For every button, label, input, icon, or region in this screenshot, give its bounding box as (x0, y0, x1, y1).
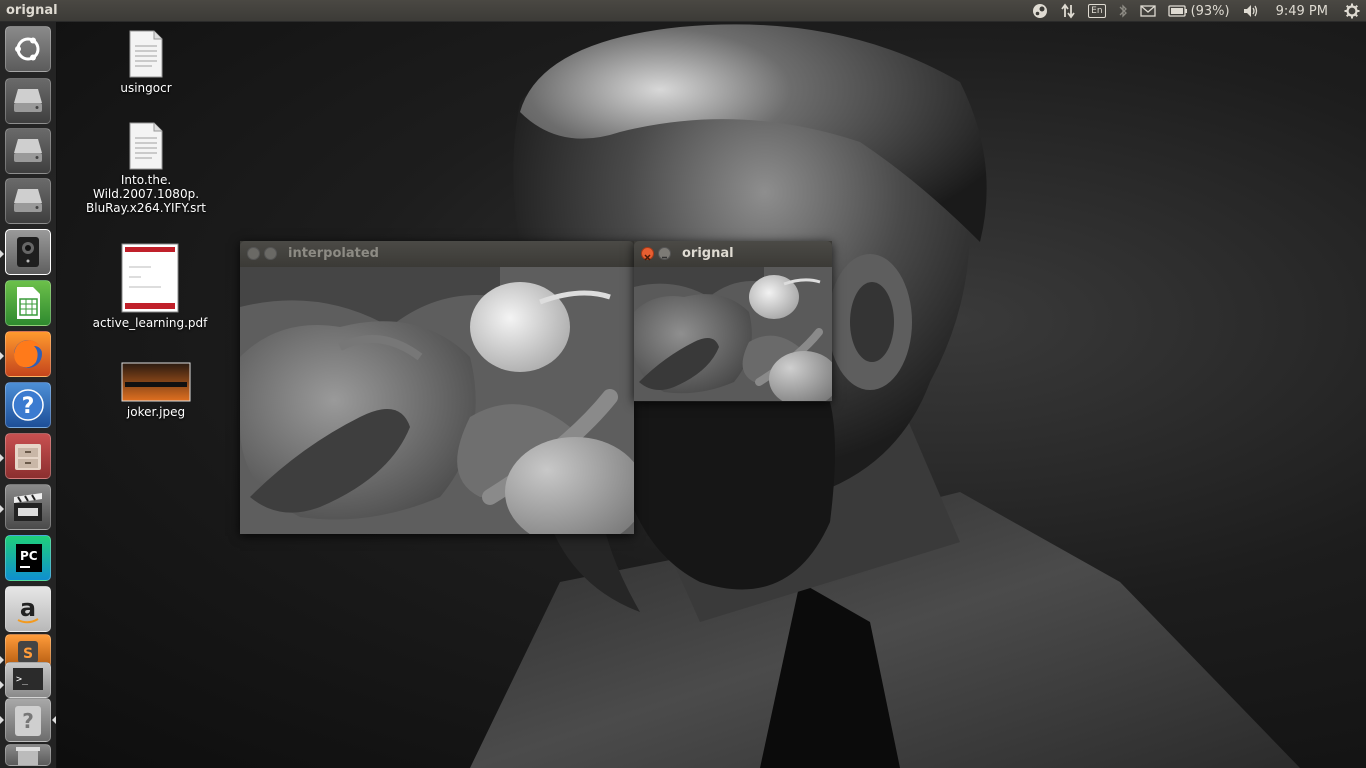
hard-drive-icon (14, 89, 42, 112)
pdf-thumbnail-icon (121, 243, 179, 313)
launcher-drive-1[interactable] (5, 78, 51, 124)
minimize-icon (662, 256, 667, 259)
battery-percent: (93%) (1190, 3, 1230, 19)
spreadsheet-icon (17, 287, 40, 319)
bluetooth-icon[interactable] (1112, 0, 1134, 22)
launcher-pycharm[interactable]: PC (5, 535, 51, 581)
window-title: orignal (682, 246, 734, 261)
window-titlebar[interactable]: orignal (634, 241, 832, 267)
desktop-icon-usingocr[interactable]: usingocr (110, 30, 182, 95)
desktop-icon-srt[interactable]: Into.the. Wild.2007.1080p. BluRay.x264.Y… (82, 122, 210, 215)
launcher-amazon[interactable]: a (5, 586, 51, 632)
launcher-terminal[interactable]: >_ (5, 662, 51, 698)
window-titlebar[interactable]: interpolated (240, 241, 634, 267)
close-button[interactable] (247, 247, 260, 260)
desktop-icon-label: usingocr (120, 81, 172, 95)
launcher-dash-home[interactable] (5, 26, 51, 72)
running-indicator (0, 681, 4, 689)
svg-text:PC: PC (20, 549, 38, 563)
svg-text:a: a (20, 594, 36, 622)
launcher-help[interactable]: ? (5, 382, 51, 428)
window-original[interactable]: orignal (634, 241, 832, 401)
launcher-libreoffice-calc[interactable] (5, 280, 51, 326)
gear-icon[interactable] (1338, 0, 1366, 22)
terminal-icon: >_ (13, 668, 43, 690)
svg-text:?: ? (22, 709, 34, 733)
firefox-icon (14, 340, 42, 368)
top-panel: orignal En (93%) 9:49 PM (0, 0, 1366, 22)
svg-text:?: ? (22, 394, 35, 419)
indicator-area: En (93%) 9:49 PM (1026, 0, 1366, 22)
desktop-icon-label: joker.jpeg (126, 405, 186, 419)
launcher-file-manager[interactable] (5, 433, 51, 479)
running-indicator (0, 656, 4, 664)
file-cabinet-icon (15, 444, 41, 470)
running-indicator (0, 505, 4, 513)
webcam-icon (17, 237, 39, 267)
peppers-image (634, 267, 832, 401)
window-interpolated[interactable]: interpolated (240, 241, 634, 534)
launcher-video-editor[interactable] (5, 484, 51, 530)
minimize-button[interactable] (658, 247, 671, 260)
desktop-icon-label: active_learning.pdf (92, 316, 208, 330)
network-arrows-icon[interactable] (1054, 0, 1082, 22)
window-title: interpolated (288, 246, 379, 261)
launcher-firefox[interactable] (5, 331, 51, 377)
close-icon (644, 254, 651, 261)
mail-icon[interactable] (1134, 0, 1162, 22)
focused-indicator (52, 716, 56, 724)
desktop-icon-joker-jpeg[interactable]: joker.jpeg (110, 362, 202, 419)
battery-indicator[interactable]: (93%) (1162, 0, 1236, 22)
svg-text:>_: >_ (16, 674, 29, 685)
keyboard-layout-label: En (1088, 4, 1106, 18)
launcher-unknown-app[interactable]: ? (5, 698, 51, 742)
launcher-trash[interactable] (5, 744, 51, 766)
launcher: ? PC a S >_ ? (0, 22, 57, 768)
peppers-image (240, 267, 634, 534)
clock[interactable]: 9:49 PM (1266, 0, 1338, 22)
image-thumbnail-icon (121, 362, 191, 402)
keyboard-layout-icon[interactable]: En (1082, 0, 1111, 22)
text-file-icon (129, 30, 163, 78)
ubuntu-logo-icon (15, 37, 40, 61)
help-icon: ? (12, 389, 44, 421)
interpolated-image (240, 267, 634, 534)
running-indicator (0, 716, 4, 724)
pycharm-icon: PC (16, 544, 42, 572)
running-indicator (0, 352, 4, 360)
desktop-icon-active-learning-pdf[interactable]: active_learning.pdf (86, 243, 214, 330)
active-app-title: orignal (6, 3, 58, 18)
clapperboard-icon (14, 493, 42, 521)
original-image (634, 267, 832, 401)
launcher-drive-3[interactable] (5, 178, 51, 224)
trash-icon (16, 747, 40, 765)
launcher-webcam[interactable] (5, 229, 51, 275)
volume-icon[interactable] (1236, 0, 1266, 22)
launcher-drive-2[interactable] (5, 128, 51, 174)
minimize-button[interactable] (264, 247, 277, 260)
desktop-icon-label: Into.the. Wild.2007.1080p. BluRay.x264.Y… (86, 173, 206, 215)
text-file-icon (129, 122, 163, 170)
question-icon: ? (15, 706, 41, 736)
hard-drive-icon (14, 139, 42, 162)
running-indicator (0, 454, 4, 462)
battery-icon (1167, 5, 1187, 17)
steam-icon[interactable] (1026, 0, 1054, 22)
close-button[interactable] (641, 247, 654, 261)
hard-drive-icon (14, 189, 42, 212)
running-indicator (0, 250, 4, 258)
amazon-icon: a (17, 594, 39, 624)
svg-text:S: S (23, 646, 33, 662)
